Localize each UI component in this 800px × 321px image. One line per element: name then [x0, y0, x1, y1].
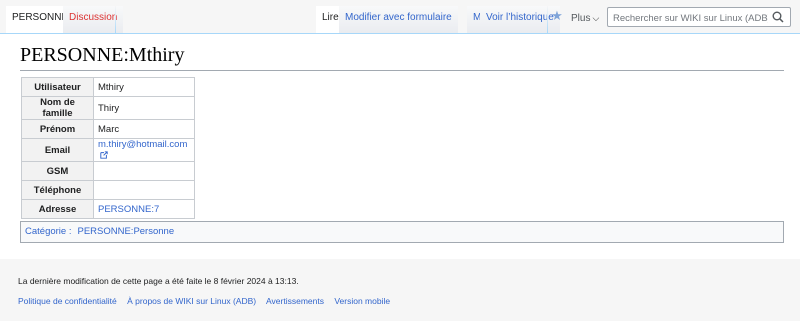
tab-edit-form[interactable]: Modifier avec formulaire: [339, 6, 458, 34]
table-row: Email m.thiry@hotmail.com: [21, 138, 195, 162]
last-modified-text: La dernière modification de cette page a…: [18, 276, 299, 286]
tab-bar: PERSONNE Discussion Lire Modifier avec f…: [0, 0, 800, 34]
field-label-utilisateur: Utilisateur: [21, 77, 94, 97]
more-menu-button[interactable]: Plus ⌵: [567, 6, 603, 34]
field-label-gsm: GSM: [21, 161, 94, 181]
table-row: Téléphone: [21, 180, 195, 200]
footer-link-disclaimers[interactable]: Avertissements: [266, 296, 324, 306]
table-row: GSM: [21, 161, 195, 181]
footer-link-mobile[interactable]: Version mobile: [334, 296, 390, 306]
field-value-telephone: [93, 180, 195, 200]
field-label-prenom: Prénom: [21, 119, 94, 139]
footer-link-about[interactable]: À propos de WIKI sur Linux (ADB): [127, 296, 256, 306]
table-bottom-edge: [21, 209, 195, 212]
field-value-prenom: Marc: [93, 119, 195, 139]
category-box: Catégorie : PERSONNE:Personne: [20, 221, 784, 243]
categories-label-link[interactable]: Catégorie :: [25, 226, 71, 237]
footer-links: Politique de confidentialité À propos de…: [18, 296, 398, 306]
table-row: Utilisateur Mthiry: [21, 77, 195, 97]
chevron-down-icon: ⌵: [592, 13, 600, 23]
tab-separator: [547, 6, 548, 34]
field-value-nom: Thiry: [93, 96, 195, 120]
table-row: Nom de famille Thiry: [21, 96, 195, 120]
external-link-icon: [100, 151, 108, 159]
field-label-email: Email: [21, 138, 94, 162]
person-infobox: Utilisateur Mthiry Nom de famille Thiry …: [21, 77, 195, 219]
watch-star-icon[interactable]: ★: [550, 9, 564, 23]
search-icon[interactable]: [772, 11, 784, 23]
page-title: PERSONNE:Mthiry: [20, 42, 784, 71]
search-input[interactable]: [608, 9, 768, 28]
tab-separator: [115, 6, 116, 34]
footer-link-privacy[interactable]: Politique de confidentialité: [18, 296, 117, 306]
email-link[interactable]: m.thiry@hotmail.com: [98, 139, 187, 150]
category-link[interactable]: PERSONNE:Personne: [77, 226, 174, 237]
field-value-utilisateur: Mthiry: [93, 77, 195, 97]
page-content: PERSONNE:Mthiry Utilisateur Mthiry Nom d…: [0, 33, 800, 259]
field-value-gsm: [93, 161, 195, 181]
field-value-email: m.thiry@hotmail.com: [93, 138, 195, 162]
table-row: Prénom Marc: [21, 119, 195, 139]
search-box: [607, 7, 791, 28]
more-menu-label: Plus: [571, 13, 591, 24]
field-label-nom: Nom de famille: [21, 96, 94, 120]
field-label-telephone: Téléphone: [21, 180, 94, 200]
